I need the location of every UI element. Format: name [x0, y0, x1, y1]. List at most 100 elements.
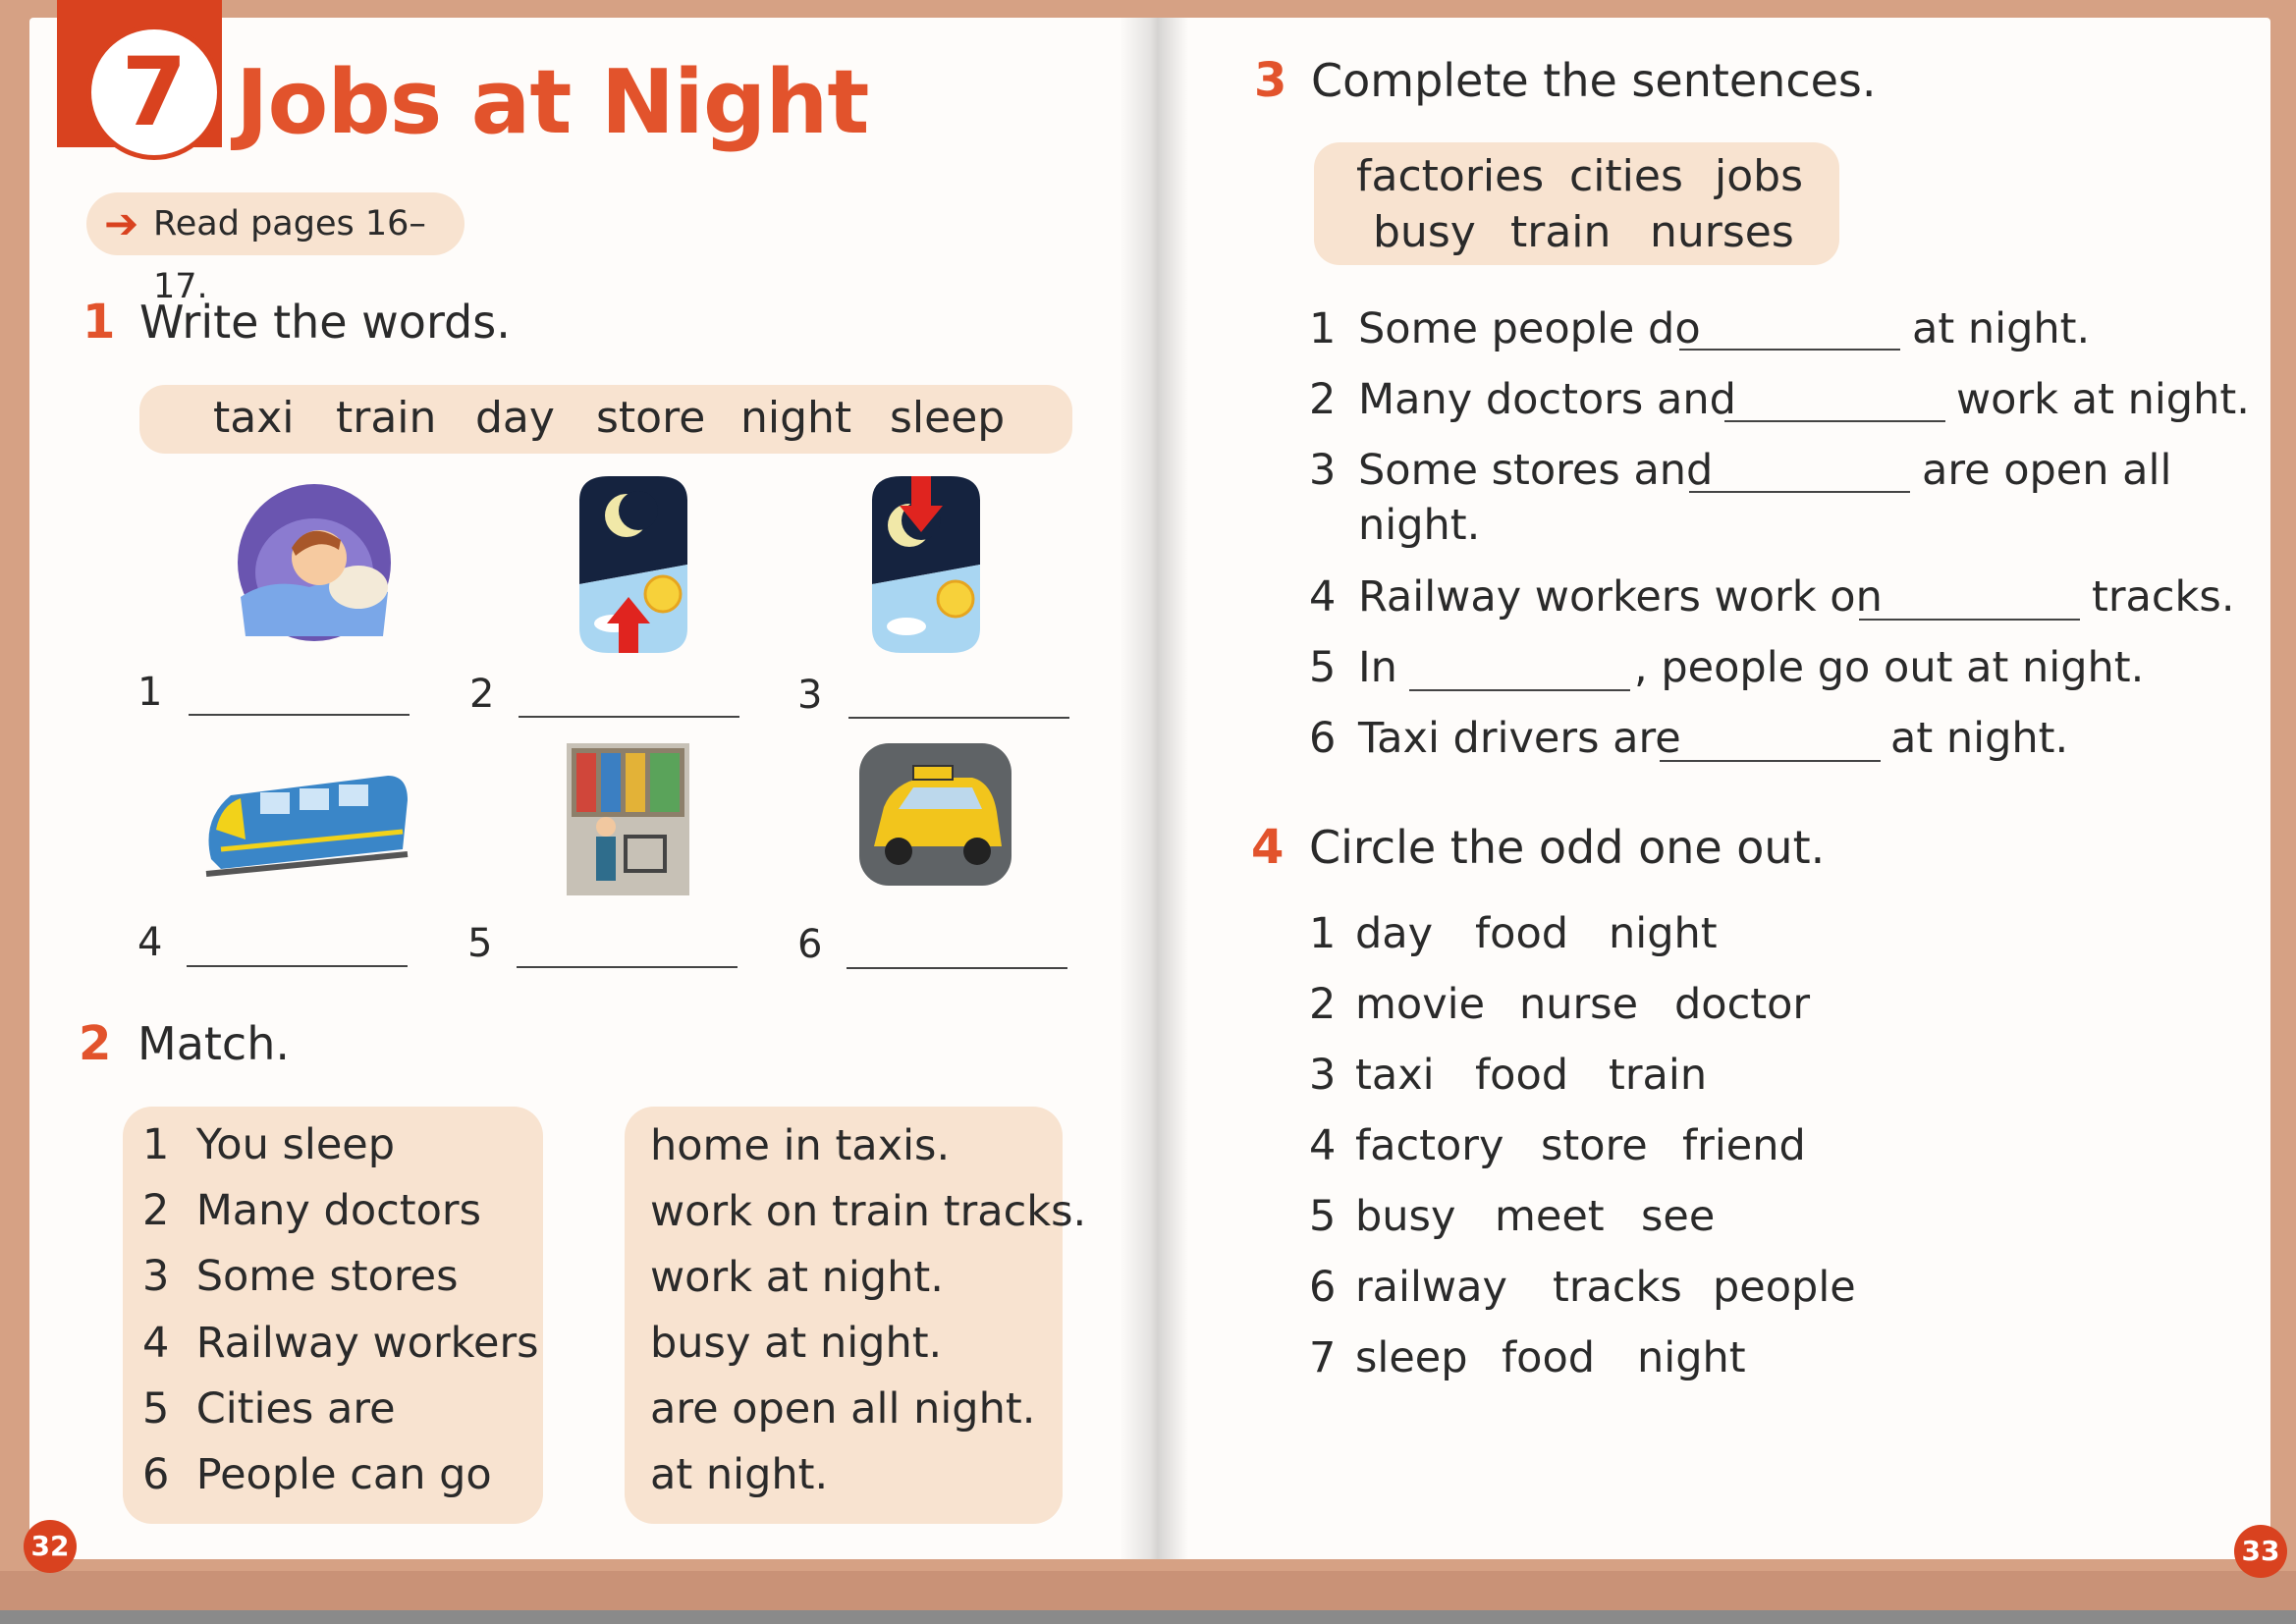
ex3-item-number: 1	[1309, 304, 1337, 353]
odd-one-out-word[interactable]: friend	[1682, 1118, 1806, 1173]
ex4-item-number: 7	[1309, 1333, 1337, 1382]
scan-edge	[0, 1610, 2296, 1624]
ex3-item-before: Taxi drivers are	[1358, 714, 1681, 763]
odd-one-out-word[interactable]: movie	[1355, 977, 1485, 1032]
ex3-item-number: 4	[1309, 572, 1337, 622]
day-to-night-icon	[862, 471, 990, 662]
odd-one-out-word[interactable]: night	[1637, 1330, 1746, 1385]
odd-one-out-word[interactable]: sleep	[1355, 1330, 1468, 1385]
bank-word: train	[1510, 207, 1612, 257]
ex3-item-number: 3	[1309, 446, 1337, 495]
match-right-item[interactable]: are open all night.	[650, 1381, 1035, 1436]
ex3-item-number: 5	[1309, 643, 1337, 692]
match-left-item[interactable]: 2 Many doctors	[142, 1183, 481, 1238]
ex3-answer-blank-5[interactable]	[1409, 689, 1630, 691]
ex1-item-number: 6	[797, 922, 823, 967]
sleeping-person-icon	[231, 479, 398, 650]
match-right-item[interactable]: work on train tracks.	[650, 1184, 1086, 1239]
ex1-answer-blank-5[interactable]	[517, 966, 738, 968]
ex3-item-continued: night.	[1358, 501, 1481, 550]
odd-one-out-word[interactable]: taxi	[1355, 1048, 1435, 1103]
ex1-item-number: 2	[469, 672, 495, 717]
ex3-number: 3	[1254, 53, 1287, 108]
odd-one-out-word[interactable]: food	[1475, 1048, 1568, 1103]
ex1-answer-blank-2[interactable]	[519, 716, 739, 718]
ex3-item-number: 2	[1309, 375, 1337, 424]
ex3-item-after: tracks.	[2092, 572, 2235, 622]
ex3-answer-blank-3[interactable]	[1689, 491, 1910, 493]
ex4-item-number: 6	[1309, 1263, 1337, 1312]
page-number-left: 32	[24, 1520, 77, 1573]
match-left-item[interactable]: 4 Railway workers	[142, 1316, 539, 1371]
ex4-instruction: Circle the odd one out.	[1309, 821, 1826, 874]
ex1-answer-blank-3[interactable]	[848, 717, 1069, 719]
ex3-answer-blank-1[interactable]	[1679, 349, 1900, 351]
item-number: 3	[142, 1252, 170, 1301]
match-right-item[interactable]: busy at night.	[650, 1316, 942, 1371]
item-text: Cities are	[195, 1384, 396, 1434]
ex1-number: 1	[82, 295, 116, 350]
odd-one-out-word[interactable]: day	[1355, 906, 1433, 961]
ex1-answer-blank-1[interactable]	[189, 714, 410, 716]
item-text: Some stores	[195, 1252, 459, 1301]
ex3-answer-blank-4[interactable]	[1859, 619, 2080, 621]
ex4-item-number: 4	[1309, 1121, 1337, 1170]
match-left-item[interactable]: 3 Some stores	[142, 1249, 458, 1304]
ex3-word-bank: factories cities jobs busy train nurses	[1314, 142, 1839, 265]
match-left-item[interactable]: 6 People can go	[142, 1447, 492, 1502]
ex3-answer-blank-2[interactable]	[1724, 420, 1945, 422]
ex3-item-number: 6	[1309, 714, 1337, 763]
odd-one-out-word[interactable]: busy	[1355, 1189, 1455, 1244]
odd-one-out-word[interactable]: night	[1609, 906, 1718, 961]
match-right-item[interactable]: work at night.	[650, 1250, 944, 1305]
odd-one-out-word[interactable]: food	[1502, 1330, 1595, 1385]
odd-one-out-word[interactable]: people	[1713, 1260, 1856, 1315]
ex1-item-number: 5	[467, 921, 493, 966]
match-left-item[interactable]: 1 You sleep	[142, 1117, 395, 1172]
match-right-item[interactable]: home in taxis.	[650, 1118, 950, 1173]
ex4-item-number: 5	[1309, 1192, 1337, 1241]
odd-one-out-word[interactable]: nurse	[1519, 977, 1638, 1032]
odd-one-out-word[interactable]: store	[1541, 1118, 1648, 1173]
bank-word: train	[336, 393, 437, 443]
odd-one-out-word[interactable]: meet	[1495, 1189, 1605, 1244]
ex3-item-before: Railway workers work on	[1358, 572, 1883, 622]
ex4-item-number: 2	[1309, 980, 1337, 1029]
ex3-item-after: at night.	[1912, 304, 2091, 353]
match-right-item[interactable]: at night.	[650, 1447, 828, 1502]
ex1-answer-blank-6[interactable]	[847, 967, 1067, 969]
ex4-number: 4	[1251, 820, 1285, 875]
ex1-answer-blank-4[interactable]	[187, 965, 408, 967]
ex3-answer-blank-6[interactable]	[1660, 760, 1881, 762]
ex3-item-before: In	[1358, 643, 1397, 692]
ex3-item-after: , people go out at night.	[1634, 643, 2145, 692]
ex3-item-before: Some people do	[1358, 304, 1701, 353]
odd-one-out-word[interactable]: factory	[1355, 1118, 1503, 1173]
night-to-day-icon	[570, 471, 697, 662]
bank-word: cities	[1569, 151, 1683, 201]
odd-one-out-word[interactable]: see	[1641, 1189, 1715, 1244]
ex4-item-number: 3	[1309, 1051, 1337, 1100]
ex2-instruction: Match.	[137, 1017, 290, 1070]
ex3-instruction: Complete the sentences.	[1311, 54, 1877, 107]
item-number: 1	[142, 1120, 170, 1169]
odd-one-out-word[interactable]: railway	[1355, 1260, 1507, 1315]
item-text: People can go	[195, 1450, 492, 1499]
odd-one-out-word[interactable]: tracks	[1553, 1260, 1682, 1315]
item-number: 2	[142, 1186, 170, 1235]
odd-one-out-word[interactable]: doctor	[1674, 977, 1810, 1032]
store-icon	[562, 738, 694, 904]
odd-one-out-word[interactable]: train	[1609, 1048, 1707, 1103]
odd-one-out-word[interactable]: food	[1475, 906, 1568, 961]
ex4-item-number: 1	[1309, 909, 1337, 958]
bank-word: factories	[1356, 151, 1545, 201]
bank-word: jobs	[1715, 151, 1803, 201]
ex1-item-number: 3	[797, 673, 823, 718]
ex3-item-after: work at night.	[1956, 375, 2250, 424]
ex1-instruction: Write the words.	[139, 296, 511, 349]
ex3-item-after: are open all	[1922, 446, 2172, 495]
item-text: Many doctors	[195, 1186, 482, 1235]
ex3-item-before: Many doctors and	[1358, 375, 1736, 424]
ex1-word-bank: taxi train day store night sleep	[139, 385, 1072, 454]
match-left-item[interactable]: 5 Cities are	[142, 1381, 396, 1436]
